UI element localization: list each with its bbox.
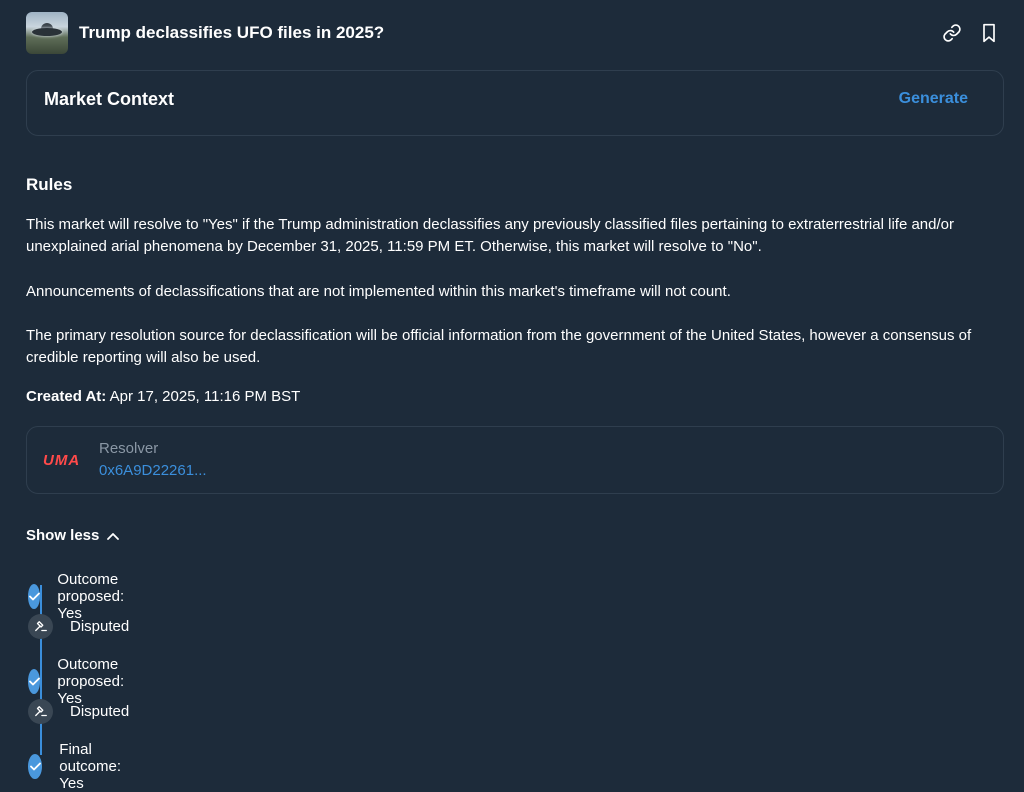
timeline-item-label: Final outcome: Yes [59, 741, 121, 792]
gavel-icon [28, 699, 53, 724]
rules-paragraph: This market will resolve to "Yes" if the… [26, 216, 954, 255]
check-icon [28, 754, 43, 779]
gavel-icon [28, 614, 53, 639]
created-at-value: Apr 17, 2025, 11:16 PM BST [109, 388, 301, 405]
created-at: Created At: Apr 17, 2025, 11:16 PM BST [26, 388, 300, 405]
rules-heading: Rules [26, 175, 73, 194]
timeline-item: Disputed [28, 699, 129, 724]
check-icon [28, 669, 41, 694]
timeline-item: Disputed [28, 614, 129, 639]
show-less-label: Show less [26, 527, 100, 544]
check-icon [28, 584, 41, 609]
market-title: Trump declassifies UFO files in 2025? [79, 23, 385, 42]
market-context-title: Market Context [44, 89, 175, 109]
timeline-item-label: Disputed [70, 618, 130, 635]
uma-logo: UMA [43, 452, 81, 469]
resolver-card: UMA Resolver 0x6A9D22261... [26, 426, 1004, 494]
rules-paragraph: The primary resolution source for declas… [26, 327, 972, 366]
rules-paragraph: Announcements of declassifications that … [26, 283, 731, 300]
market-header: Trump declassifies UFO files in 2025? [26, 12, 1006, 54]
show-less-toggle[interactable]: Show less [26, 527, 120, 544]
generate-button[interactable]: Generate [899, 90, 968, 108]
created-at-label: Created At: [26, 388, 107, 405]
market-thumbnail [26, 12, 68, 54]
resolver-label: Resolver [99, 440, 159, 457]
timeline-item-label: Disputed [70, 703, 130, 720]
market-context-card: Market Context Generate [26, 70, 1004, 136]
chevron-up-icon [107, 527, 120, 544]
bookmark-icon[interactable] [980, 23, 998, 43]
resolver-address-link[interactable]: 0x6A9D22261... [99, 462, 207, 479]
timeline-item: Final outcome: Yes [28, 741, 132, 792]
link-icon[interactable] [942, 23, 962, 43]
